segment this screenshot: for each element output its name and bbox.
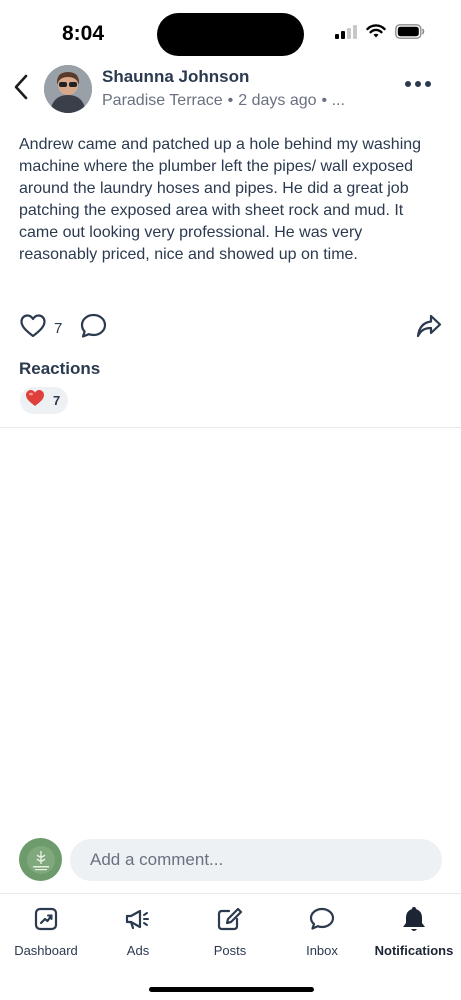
megaphone-icon — [125, 904, 151, 934]
pencil-square-icon — [217, 904, 243, 934]
status-icons — [335, 24, 425, 44]
meta-tail: • ... — [321, 92, 345, 109]
more-options-button[interactable] — [403, 74, 433, 94]
cellular-signal-icon — [335, 24, 357, 44]
tab-posts[interactable]: Posts — [185, 904, 275, 958]
tab-label: Notifications — [374, 943, 454, 958]
like-count: 7 — [54, 320, 63, 337]
dot — [425, 81, 431, 87]
reactions-heading: Reactions — [19, 359, 101, 378]
chat-bubble-icon — [309, 904, 335, 934]
neighborhood-link[interactable]: Paradise Terrace — [102, 92, 223, 109]
dot — [415, 81, 421, 87]
reaction-pill[interactable]: 7 — [20, 387, 69, 414]
author-avatar[interactable] — [44, 65, 92, 113]
tab-inbox[interactable]: Inbox — [277, 904, 367, 958]
author-name[interactable]: Shaunna Johnson — [102, 67, 249, 87]
tab-label: Inbox — [306, 943, 338, 958]
divider — [0, 427, 461, 428]
share-arrow-icon — [416, 314, 442, 343]
battery-icon — [395, 24, 425, 44]
comment-input[interactable] — [70, 839, 442, 881]
comment-button[interactable] — [80, 313, 107, 344]
heart-outline-icon — [20, 314, 46, 343]
chat-bubble-icon — [80, 313, 107, 343]
bell-icon — [401, 904, 427, 934]
tab-notifications[interactable]: Notifications — [369, 904, 459, 958]
status-bar: 8:04 — [0, 0, 461, 60]
meta-separator: • — [227, 92, 234, 109]
group-avatar — [19, 838, 62, 881]
tab-label: Ads — [126, 943, 150, 958]
dot — [405, 81, 411, 87]
back-button[interactable] — [6, 72, 36, 106]
home-indicator — [149, 987, 314, 992]
post-body: Andrew came and patched up a hole behind… — [19, 136, 422, 263]
chevron-left-icon — [13, 74, 29, 105]
tab-bar: Dashboard Ads Posts Inbox Notifications — [0, 893, 461, 1000]
dynamic-island — [157, 13, 304, 56]
post-header: Shaunna Johnson Paradise Terrace • 2 days … — [0, 62, 461, 118]
tab-label: Posts — [213, 943, 247, 958]
tab-dashboard[interactable]: Dashboard — [1, 904, 91, 958]
like-button[interactable]: 7 — [20, 314, 62, 343]
tab-ads[interactable]: Ads — [93, 904, 183, 958]
tab-label: Dashboard — [14, 943, 78, 958]
comment-composer — [0, 837, 461, 881]
heart-icon — [25, 389, 45, 412]
chart-icon — [34, 904, 58, 934]
status-time: 8:04 — [62, 22, 105, 45]
reaction-count: 7 — [53, 393, 61, 408]
wifi-icon — [366, 24, 386, 44]
post-time: 2 days ago — [238, 92, 317, 109]
post-meta: Paradise Terrace • 2 days ago • ... — [102, 92, 350, 110]
share-button[interactable] — [416, 313, 442, 344]
post-actions: 7 — [0, 312, 461, 344]
